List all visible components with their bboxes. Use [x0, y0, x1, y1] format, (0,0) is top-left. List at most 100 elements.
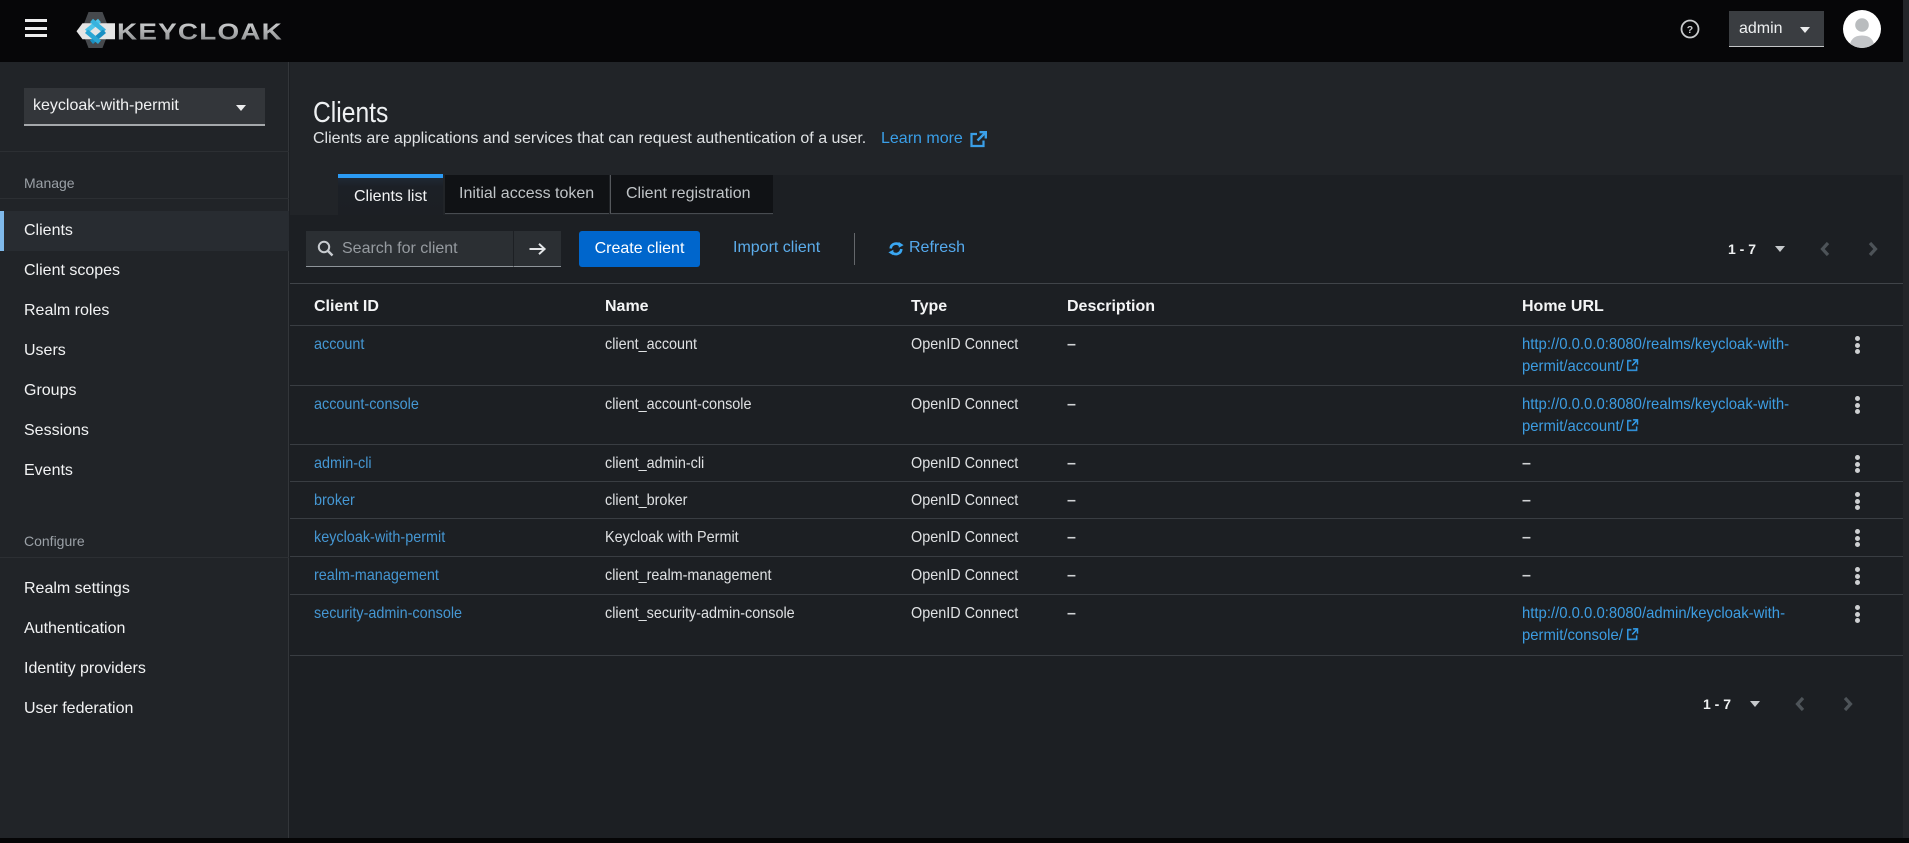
client-type: OpenID Connect [911, 453, 1018, 475]
refresh-label: Refresh [909, 239, 965, 257]
sidebar-item-identity-providers[interactable]: Identity providers [0, 649, 289, 689]
client-type: OpenID Connect [911, 603, 1018, 625]
row-kebab-menu[interactable] [1832, 386, 1909, 444]
row-kebab-menu[interactable] [1832, 557, 1909, 594]
sidebar-item-clients[interactable]: Clients [0, 211, 289, 251]
tab-label: Clients list [354, 188, 427, 206]
client-id-link[interactable]: admin-cli [314, 453, 372, 475]
page-description: Clients are applications and services th… [313, 130, 866, 148]
user-menu-dropdown[interactable]: admin [1729, 11, 1824, 47]
search-input[interactable]: Search for client [306, 231, 513, 267]
sidebar-item-sessions[interactable]: Sessions [0, 411, 289, 451]
column-header-home-url[interactable]: Home URL [1514, 283, 1832, 325]
column-header-type[interactable]: Type [903, 283, 1059, 325]
realm-name: keycloak-with-permit [33, 97, 179, 115]
sidebar-item-users[interactable]: Users [0, 331, 289, 371]
sidebar-item-label: User federation [24, 700, 133, 718]
search-submit-button[interactable] [513, 231, 561, 267]
client-name: client_admin-cli [605, 453, 704, 475]
next-page-button[interactable] [1840, 695, 1856, 713]
prev-page-button[interactable] [1792, 695, 1808, 713]
refresh-link[interactable]: Refresh [888, 239, 965, 257]
client-id-link[interactable]: account-console [314, 394, 419, 416]
row-kebab-menu[interactable] [1832, 519, 1909, 556]
avatar[interactable] [1843, 10, 1881, 48]
learn-more-link[interactable]: Learn more [881, 130, 987, 148]
page-header: Clients Clients are applications and ser… [290, 62, 1909, 215]
home-url-link[interactable]: http://0.0.0.0:8080/admin/keycloak-with-… [1522, 603, 1785, 647]
client-description: – [1067, 529, 1076, 546]
realm-selector[interactable]: keycloak-with-permit [24, 88, 265, 126]
page-title: Clients [313, 99, 388, 128]
nav-group-label-configure: Configure [24, 533, 85, 549]
external-link-icon [1626, 628, 1638, 641]
client-id-link[interactable]: security-admin-console [314, 603, 462, 625]
create-client-button[interactable]: Create client [579, 231, 700, 267]
toolbar: Search for client Create client Import c… [306, 231, 1893, 283]
table-header-row: Client ID Name Type Description Home URL [290, 283, 1909, 326]
clients-list-panel: Search for client Create client Import c… [290, 215, 1909, 843]
client-name: client_realm-management [605, 565, 771, 587]
row-kebab-menu[interactable] [1832, 326, 1909, 385]
table-row-realm-management: realm-managementclient_realm-managementO… [290, 557, 1909, 595]
home-url-link[interactable]: http://0.0.0.0:8080/realms/keycloak-with… [1522, 394, 1789, 438]
clients-table: Client ID Name Type Description Home URL… [290, 283, 1909, 656]
row-kebab-menu[interactable] [1832, 445, 1909, 481]
keycloak-logo[interactable]: KEYCLOAK [64, 9, 294, 58]
sidebar-item-groups[interactable]: Groups [0, 371, 289, 411]
prev-page-button[interactable] [1817, 240, 1833, 258]
column-header-description[interactable]: Description [1059, 283, 1514, 325]
client-description: – [1067, 605, 1076, 622]
sidebar-item-label: Clients [24, 222, 73, 240]
refresh-icon [888, 240, 904, 257]
client-type: OpenID Connect [911, 527, 1018, 549]
sidebar-item-realm-settings[interactable]: Realm settings [0, 569, 289, 609]
row-kebab-menu[interactable] [1832, 482, 1909, 518]
client-type: OpenID Connect [911, 334, 1018, 356]
client-id-link[interactable]: account [314, 334, 364, 356]
sidebar-item-label: Identity providers [24, 660, 146, 678]
column-header-client-id[interactable]: Client ID [290, 283, 597, 325]
client-type: OpenID Connect [911, 490, 1018, 512]
next-page-button[interactable] [1865, 240, 1881, 258]
sidebar-item-user-federation[interactable]: User federation [0, 689, 289, 729]
tab-client-registration[interactable]: Client registration [610, 175, 773, 214]
tab-initial-access-token[interactable]: Initial access token [445, 175, 609, 214]
import-client-link[interactable]: Import client [733, 239, 820, 257]
sidebar-item-events[interactable]: Events [0, 451, 289, 491]
divider [0, 198, 289, 199]
home-url-link[interactable]: http://0.0.0.0:8080/realms/keycloak-with… [1522, 334, 1789, 378]
client-id-link[interactable]: realm-management [314, 565, 439, 587]
client-id-link[interactable]: broker [314, 490, 355, 512]
home-url-empty: – [1522, 567, 1531, 584]
main-content: Clients Clients are applications and ser… [290, 62, 1909, 843]
search-icon [317, 240, 334, 257]
sidebar-item-label: Groups [24, 382, 76, 400]
tab-label: Client registration [626, 185, 751, 203]
client-id-link[interactable]: keycloak-with-permit [314, 527, 445, 549]
sidebar-item-realm-roles[interactable]: Realm roles [0, 291, 289, 331]
window-edge [0, 838, 1909, 843]
brand-text: KEYCLOAK [117, 19, 283, 45]
masthead: KEYCLOAK ? admin [0, 0, 1909, 62]
sidebar-item-label: Events [24, 462, 73, 480]
row-kebab-menu[interactable] [1832, 595, 1909, 655]
sidebar: keycloak-with-permit ManageClientsClient… [0, 62, 289, 843]
learn-more-label: Learn more [881, 130, 963, 148]
client-description: – [1067, 396, 1076, 413]
external-link-icon [969, 131, 987, 148]
client-description: – [1067, 492, 1076, 509]
sidebar-item-client-scopes[interactable]: Client scopes [0, 251, 289, 291]
chevron-down-icon[interactable] [1775, 246, 1785, 252]
divider [854, 233, 855, 265]
tab-label: Initial access token [459, 185, 594, 203]
divider [0, 151, 289, 152]
chevron-down-icon[interactable] [1750, 701, 1760, 707]
help-icon[interactable]: ? [1678, 17, 1702, 41]
sidebar-item-label: Sessions [24, 422, 89, 440]
sidebar-item-authentication[interactable]: Authentication [0, 609, 289, 649]
tab-clients-list[interactable]: Clients list [338, 174, 443, 215]
scrollbar-track[interactable] [1903, 0, 1909, 843]
nav-toggle-icon[interactable] [25, 19, 47, 37]
column-header-name[interactable]: Name [597, 283, 903, 325]
